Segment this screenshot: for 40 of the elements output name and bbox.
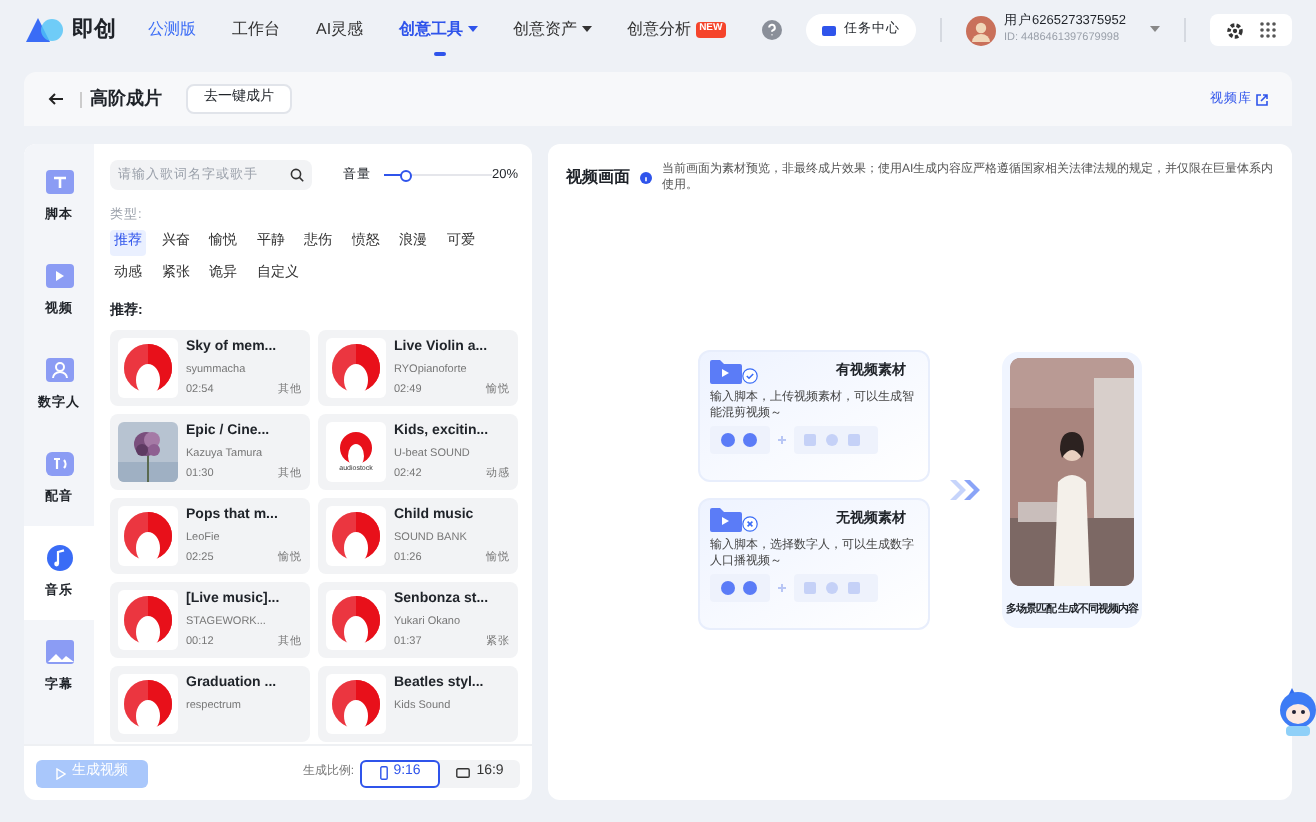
back-icon[interactable]: [48, 92, 64, 106]
slider-thumb[interactable]: [400, 169, 413, 181]
portrait-icon: [379, 766, 388, 780]
folder-play-icon: [710, 507, 742, 531]
active-indicator: [434, 52, 447, 56]
apps-grid-icon[interactable]: [1260, 22, 1276, 38]
music-icon: [43, 544, 75, 573]
avatar-icon: [43, 356, 75, 385]
caret-icon: [467, 26, 478, 34]
edition-label: 公测版: [148, 18, 196, 42]
external-link-icon: [1256, 93, 1268, 105]
double-chevron-icon: [950, 479, 982, 499]
avatar-icon[interactable]: [966, 15, 996, 45]
landscape-icon: [456, 768, 471, 778]
video-icon: [43, 262, 75, 291]
preview-title: 视频画面: [566, 166, 630, 190]
logo-icon: [24, 16, 64, 44]
caret-icon[interactable]: [1150, 26, 1160, 34]
crescent-logo-icon: [340, 431, 372, 464]
search-icon: [290, 168, 305, 182]
settings-icon[interactable]: [1226, 21, 1244, 39]
nav-item[interactable]: AI灵感: [316, 0, 364, 60]
check-badge-icon: [742, 367, 758, 383]
voice-icon: [43, 450, 75, 479]
folder-play-icon: [710, 359, 742, 383]
page-title: 高阶成片: [90, 85, 162, 112]
nav-item[interactable]: 创意资产: [513, 0, 592, 60]
help-icon[interactable]: [762, 20, 782, 40]
subtitle-icon: [43, 638, 75, 667]
script-icon: [43, 168, 75, 197]
info-icon: [640, 172, 652, 184]
robot-mascot-icon[interactable]: [1274, 686, 1316, 738]
nav-item[interactable]: 工作台: [232, 0, 280, 60]
cross-badge-icon: [742, 515, 758, 531]
nav-item[interactable]: 创意分析: [627, 0, 692, 60]
logo-text: 即创: [72, 15, 116, 46]
nav-item[interactable]: 创意工具: [399, 0, 478, 60]
caret-icon: [581, 26, 592, 34]
play-icon: [56, 767, 66, 779]
volume-slider[interactable]: [384, 168, 492, 182]
